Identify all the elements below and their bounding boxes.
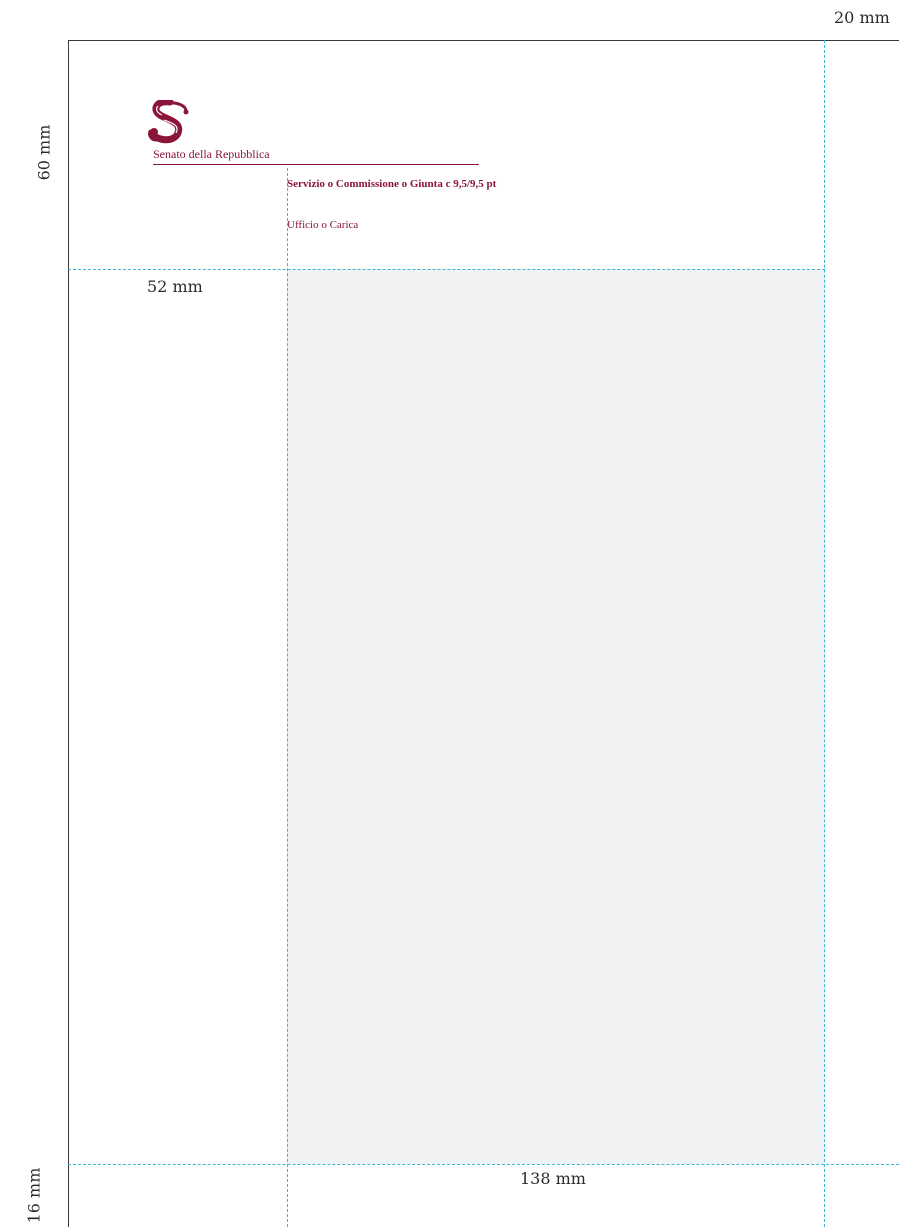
dim-left-column: 52 mm <box>147 277 203 296</box>
guide-right-margin <box>824 40 825 1227</box>
org-name-rule <box>153 164 479 165</box>
service-line: Servizio o Commissione o Giunta c 9,5/9,… <box>287 178 497 190</box>
guide-header-bottom <box>68 269 825 270</box>
org-name: Senato della Repubblica <box>153 147 270 161</box>
dim-bottom-margin: 16 mm <box>24 1167 44 1224</box>
dim-top-band: 60 mm <box>34 124 54 181</box>
guide-footer-top <box>68 1164 899 1165</box>
office-line: Ufficio o Carica <box>287 219 359 231</box>
body-text-area <box>287 269 824 1164</box>
senato-s-emblem-icon <box>148 100 189 144</box>
dim-right-margin: 20 mm <box>834 8 890 27</box>
guide-left-column <box>287 168 288 1227</box>
page-top-edge <box>68 40 899 41</box>
page-left-edge <box>68 40 69 1227</box>
dim-body-width: 138 mm <box>520 1169 586 1188</box>
